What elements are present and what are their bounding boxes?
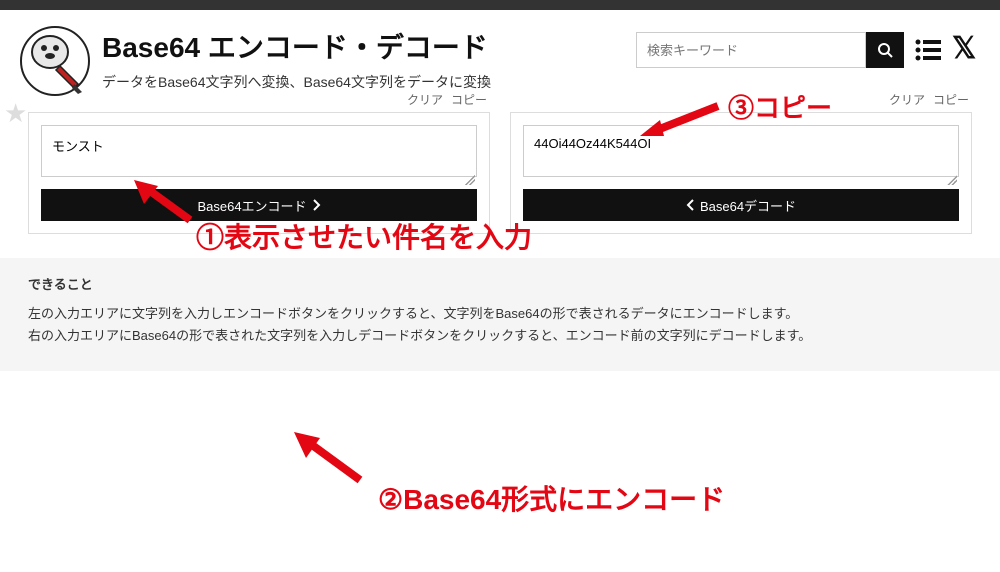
copy-button-left[interactable]: コピー [451, 91, 487, 108]
header: Base64 エンコード・デコード データをBase64文字列へ変換、Base6… [0, 10, 1000, 104]
chevron-right-icon [313, 199, 321, 211]
encode-input[interactable] [41, 125, 477, 177]
clear-button-right[interactable]: クリア [889, 91, 925, 108]
decode-button-label: Base64デコード [700, 196, 796, 215]
footer-line2: 右の入力エリアにBase64の形で表された文字列を入力しデコードボタンをクリック… [28, 325, 972, 347]
top-bar [0, 0, 1000, 10]
favorite-star-icon[interactable]: ★ [4, 98, 27, 129]
search-icon [877, 42, 893, 58]
page-subtitle: データをBase64文字列へ変換、Base64文字列をデータに変換 [102, 72, 624, 92]
footer-line1: 左の入力エリアに文字列を入力しエンコードボタンをクリックすると、文字列をBase… [28, 303, 972, 325]
chevron-left-icon [686, 199, 694, 211]
footer-section: できること 左の入力エリアに文字列を入力しエンコードボタンをクリックすると、文字… [0, 258, 1000, 371]
footer-title: できること [28, 274, 972, 293]
encode-button-label: Base64エンコード [197, 196, 306, 215]
decode-panel: クリア コピー Base64デコード [510, 112, 972, 234]
x-social-icon[interactable]: 𝕏 [952, 36, 980, 64]
resize-handle-icon[interactable] [465, 175, 475, 185]
page-title: Base64 エンコード・デコード [102, 26, 624, 66]
decode-input[interactable] [523, 125, 959, 177]
clear-button-left[interactable]: クリア [407, 91, 443, 108]
annotation-step2: ②Base64形式にエンコード [378, 478, 725, 518]
panels-container: クリア コピー Base64エンコード クリア コピー Base64デコード [0, 112, 1000, 234]
search-box [636, 32, 904, 68]
search-input[interactable] [636, 32, 866, 68]
copy-button-right[interactable]: コピー [933, 91, 969, 108]
resize-handle-icon[interactable] [947, 175, 957, 185]
encode-panel: クリア コピー Base64エンコード [28, 112, 490, 234]
site-logo[interactable] [20, 26, 90, 96]
encode-button[interactable]: Base64エンコード [41, 189, 477, 221]
decode-button[interactable]: Base64デコード [523, 189, 959, 221]
search-button[interactable] [866, 32, 904, 68]
menu-list-icon[interactable] [914, 36, 942, 64]
arrow-step2-icon [290, 432, 370, 487]
